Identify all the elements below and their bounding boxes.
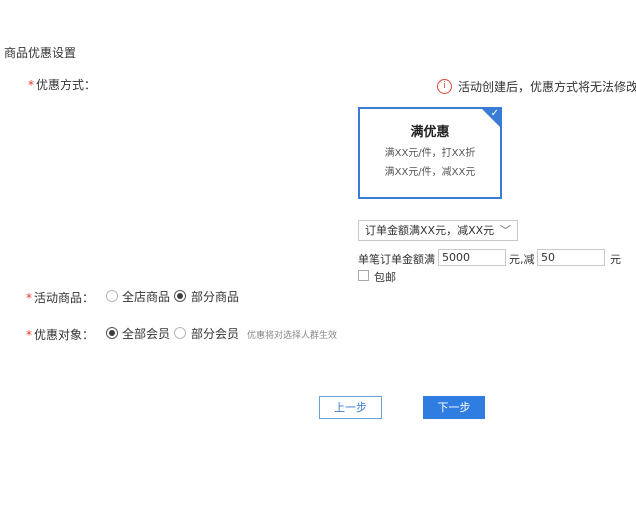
discount-method-label-row: * 优惠方式： xyxy=(28,76,96,93)
info-icon: i xyxy=(437,79,452,94)
radio-label-partial-members: 部分会员 xyxy=(191,327,240,341)
target-hint: 优惠将对选择人群生效 xyxy=(247,331,338,341)
radio-partial-members[interactable] xyxy=(174,327,186,339)
target-label: 优惠对象： xyxy=(34,328,95,342)
free-shipping-checkbox[interactable] xyxy=(358,270,369,281)
discount-card-full-reduction[interactable]: 满优惠 满XX元/件，打XX折 满XX元/件，减XX元 ✓ xyxy=(358,107,502,199)
condition-prefix: 单笔订单金额满 xyxy=(358,253,435,266)
threshold-amount-input[interactable]: 5000 xyxy=(438,249,506,266)
free-shipping-label: 包邮 xyxy=(374,271,396,284)
discount-amount-input[interactable]: 50 xyxy=(537,249,605,266)
notice: i 活动创建后，优惠方式将无法修改 xyxy=(437,78,636,95)
prev-step-button[interactable]: 上一步 xyxy=(319,396,382,419)
radio-label-all-store-goods: 全店商品 xyxy=(122,290,171,304)
check-icon: ✓ xyxy=(490,108,499,119)
activity-goods-label: 活动商品： xyxy=(34,291,95,305)
card-line-1: 满XX元/件，打XX折 xyxy=(384,148,476,159)
discount-rule-select[interactable]: 订单金额满XX元，减XX元 ﹀ xyxy=(358,220,518,241)
card-line-2: 满XX元/件，减XX元 xyxy=(384,167,476,178)
section-title: 商品优惠设置 xyxy=(4,46,77,60)
target-label-row: * 优惠对象： xyxy=(26,326,94,343)
card-title: 满优惠 xyxy=(410,125,450,140)
condition-suffix: 元 xyxy=(610,253,621,266)
radio-partial-goods[interactable] xyxy=(174,290,186,302)
radio-label-partial-goods: 部分商品 xyxy=(191,290,240,304)
activity-goods-label-row: * 活动商品： xyxy=(26,289,94,306)
condition-middle: 元,减 xyxy=(509,253,535,266)
required-mark: * xyxy=(26,328,32,342)
radio-all-store-goods[interactable] xyxy=(106,290,118,302)
radio-label-all-members: 全部会员 xyxy=(122,327,171,341)
next-step-button[interactable]: 下一步 xyxy=(423,396,485,419)
required-mark: * xyxy=(26,291,32,305)
select-value: 订单金额满XX元，减XX元 xyxy=(365,224,495,237)
required-mark: * xyxy=(28,78,34,92)
discount-method-label: 优惠方式： xyxy=(36,78,97,92)
radio-all-members[interactable] xyxy=(106,327,118,339)
notice-text: 活动创建后，优惠方式将无法修改 xyxy=(458,80,636,94)
chevron-down-icon: ﹀ xyxy=(500,224,511,237)
